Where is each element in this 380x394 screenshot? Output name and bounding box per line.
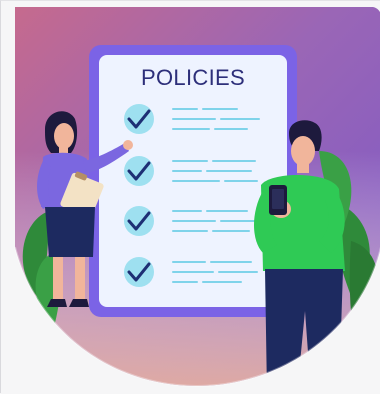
check-icon — [124, 104, 154, 134]
background-blob — [15, 7, 380, 386]
illustration-frame: POLICIES — [0, 0, 380, 393]
phone-icon — [269, 185, 287, 215]
check-icon — [124, 257, 154, 287]
board-title: POLICIES — [141, 65, 245, 90]
check-icon — [124, 206, 154, 236]
policies-illustration — [14, 7, 380, 388]
check-icon — [124, 156, 154, 186]
